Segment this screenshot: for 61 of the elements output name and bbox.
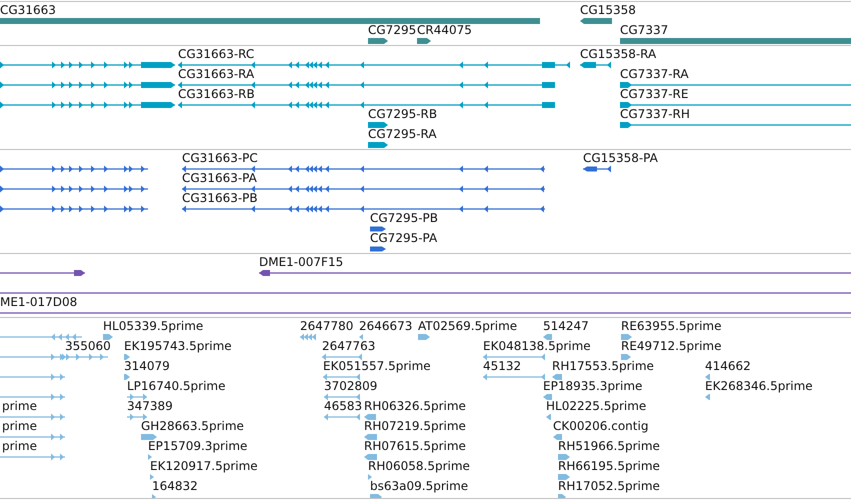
feature-label[interactable]: GH28663.5prime — [141, 419, 244, 433]
feature-label[interactable]: DME1-007F15 — [259, 255, 344, 269]
feature-label[interactable]: CG15358-RA — [580, 47, 656, 61]
feature-label[interactable]: 164832 — [152, 479, 198, 493]
feature-label[interactable]: CG7295-RA — [368, 127, 437, 141]
feature-label[interactable]: RH17052.5prime — [558, 479, 660, 493]
feature-label[interactable]: 314079 — [124, 359, 170, 373]
feature-label[interactable]: EP18935.3prime — [543, 379, 642, 393]
feature-label[interactable]: RE49712.5prime — [621, 339, 722, 353]
feature-label[interactable]: CG31663-PC — [182, 151, 258, 165]
feature-label[interactable]: 414662 — [705, 359, 751, 373]
feature-label[interactable]: CG31663-PB — [182, 191, 258, 205]
feature-label[interactable]: 2647780 — [300, 319, 354, 333]
feature-label[interactable]: bs63a09.5prime — [370, 479, 468, 493]
feature-label[interactable]: EP15709.3prime — [148, 439, 248, 453]
feature-label[interactable]: 347389 — [127, 399, 173, 413]
feature-label[interactable]: prime — [2, 439, 37, 453]
feature-label[interactable]: RH17553.5prime — [552, 359, 654, 373]
feature-label[interactable]: 2647763 — [322, 339, 376, 353]
feature-label[interactable]: CR44075 — [417, 23, 472, 37]
feature-label[interactable]: RH06058.5prime — [368, 459, 470, 473]
feature-label[interactable]: prime — [2, 399, 37, 413]
feature-label[interactable]: RH07219.5prime — [364, 419, 466, 433]
feature-label[interactable]: LP16740.5prime — [127, 379, 226, 393]
feature-label[interactable]: prime — [2, 419, 37, 433]
feature-label[interactable]: 46583 — [324, 399, 362, 413]
feature-label[interactable]: CG7295-PA — [370, 231, 438, 245]
feature-label[interactable]: CK00206.contig — [553, 419, 648, 433]
feature-label[interactable]: ME1-017D08 — [0, 295, 78, 309]
feature-label[interactable]: HL05339.5prime — [103, 319, 204, 333]
feature-label[interactable]: EK048138.5prime — [483, 339, 591, 353]
feature-label[interactable]: HL02225.5prime — [546, 399, 646, 413]
feature-label[interactable]: RH07615.5prime — [364, 439, 466, 453]
feature-label[interactable]: CG7295 — [368, 23, 416, 37]
feature-label[interactable]: RH06326.5prime — [364, 399, 466, 413]
feature-label[interactable]: CG15358 — [580, 3, 636, 17]
feature-label[interactable]: 3702809 — [324, 379, 378, 393]
feature-label[interactable]: AT02569.5prime — [418, 319, 518, 333]
feature-label[interactable]: CG31663-RB — [178, 87, 255, 101]
feature-label[interactable]: EK195743.5prime — [124, 339, 232, 353]
feature-label[interactable]: 2646673 — [359, 319, 412, 333]
feature-label[interactable]: 514247 — [543, 319, 589, 333]
feature-label[interactable]: CG31663 — [0, 3, 56, 17]
feature-label[interactable]: CG7337-RE — [620, 87, 688, 101]
feature-label[interactable]: CG7337-RA — [620, 67, 689, 81]
feature-label[interactable]: RH66195.5prime — [558, 459, 660, 473]
feature-label[interactable]: EK120917.5prime — [150, 459, 258, 473]
feature-label[interactable]: 355060 — [65, 339, 111, 353]
feature-label[interactable]: CG7295-PB — [370, 211, 438, 225]
feature-label[interactable]: CG15358-PA — [583, 151, 658, 165]
feature-label[interactable]: CG31663-RC — [178, 47, 254, 61]
feature-label[interactable]: CG31663-RA — [178, 67, 254, 81]
feature-label[interactable]: EK268346.5prime — [705, 379, 813, 393]
feature-label[interactable]: RH51966.5prime — [558, 439, 660, 453]
feature-label[interactable]: EK051557.5prime — [323, 359, 431, 373]
feature-label[interactable]: CG7295-RB — [368, 107, 438, 121]
feature-label[interactable]: CG7337 — [620, 23, 668, 37]
feature-label[interactable]: RE63955.5prime — [621, 319, 722, 333]
feature-label[interactable]: CG31663-PA — [182, 171, 257, 185]
feature-label[interactable]: 45132 — [483, 359, 522, 373]
feature-label[interactable]: CG7337-RH — [620, 107, 690, 121]
